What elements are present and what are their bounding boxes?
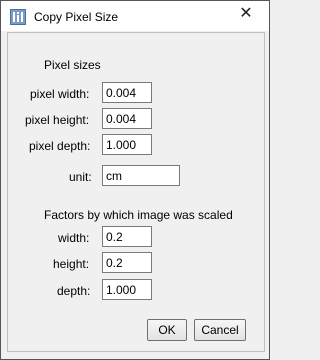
scale-width-label: width: bbox=[58, 231, 90, 245]
pixel-width-field[interactable] bbox=[102, 82, 152, 103]
imagej-window-icon bbox=[10, 9, 26, 25]
scale-factors-heading: Factors by which image was scaled bbox=[44, 208, 233, 222]
pixel-depth-label: pixel depth: bbox=[29, 139, 91, 153]
dialog-content: Pixel sizes pixel width: pixel height: p… bbox=[7, 32, 265, 352]
pixel-width-label: pixel width: bbox=[30, 87, 90, 101]
pixel-height-label: pixel height: bbox=[25, 113, 90, 127]
scale-width-field[interactable] bbox=[102, 226, 152, 247]
unit-field[interactable] bbox=[102, 165, 180, 186]
window-title: Copy Pixel Size bbox=[34, 10, 119, 24]
scale-height-label: height: bbox=[53, 257, 90, 271]
ok-button[interactable]: OK bbox=[147, 319, 187, 341]
scale-depth-label: depth: bbox=[57, 284, 91, 298]
pixel-depth-field[interactable] bbox=[102, 134, 152, 155]
scale-height-field[interactable] bbox=[102, 252, 152, 273]
copy-pixel-size-dialog: Copy Pixel Size ✕ Pixel sizes pixel widt… bbox=[0, 0, 270, 360]
close-icon[interactable]: ✕ bbox=[233, 4, 259, 23]
title-bar[interactable]: Copy Pixel Size ✕ bbox=[1, 1, 269, 31]
pixel-sizes-heading: Pixel sizes bbox=[44, 58, 101, 72]
cancel-button[interactable]: Cancel bbox=[194, 319, 246, 341]
scale-depth-field[interactable] bbox=[102, 279, 152, 300]
unit-label: unit: bbox=[69, 170, 92, 184]
pixel-height-field[interactable] bbox=[102, 108, 152, 129]
